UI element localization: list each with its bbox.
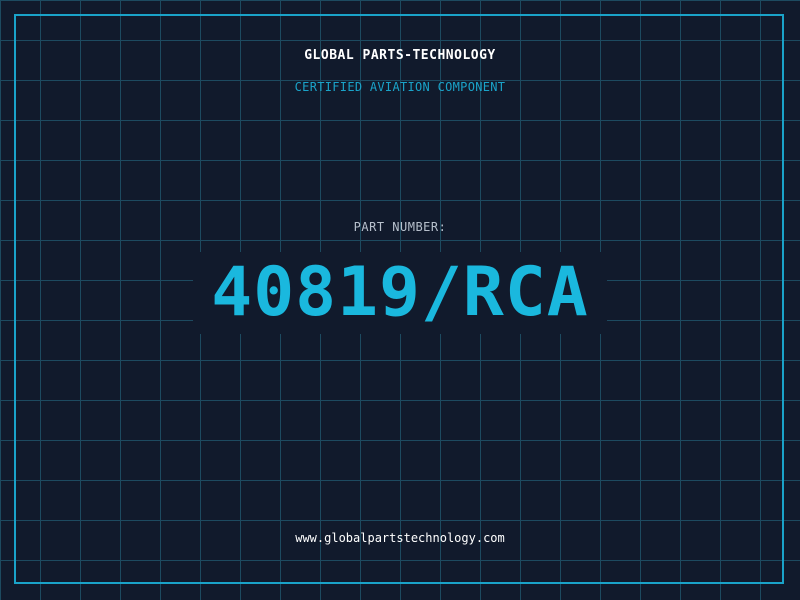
part-number-label: PART NUMBER: xyxy=(353,220,447,234)
tagline: CERTIFIED AVIATION COMPONENT xyxy=(294,80,506,94)
brand-name: GLOBAL PARTS-TECHNOLOGY xyxy=(304,48,496,63)
website-url: www.globalpartstechnology.com xyxy=(295,531,505,545)
label-page: GLOBAL PARTS-TECHNOLOGY CERTIFIED AVIATI… xyxy=(0,0,800,600)
part-number-value: 40819/RCA xyxy=(193,252,607,334)
